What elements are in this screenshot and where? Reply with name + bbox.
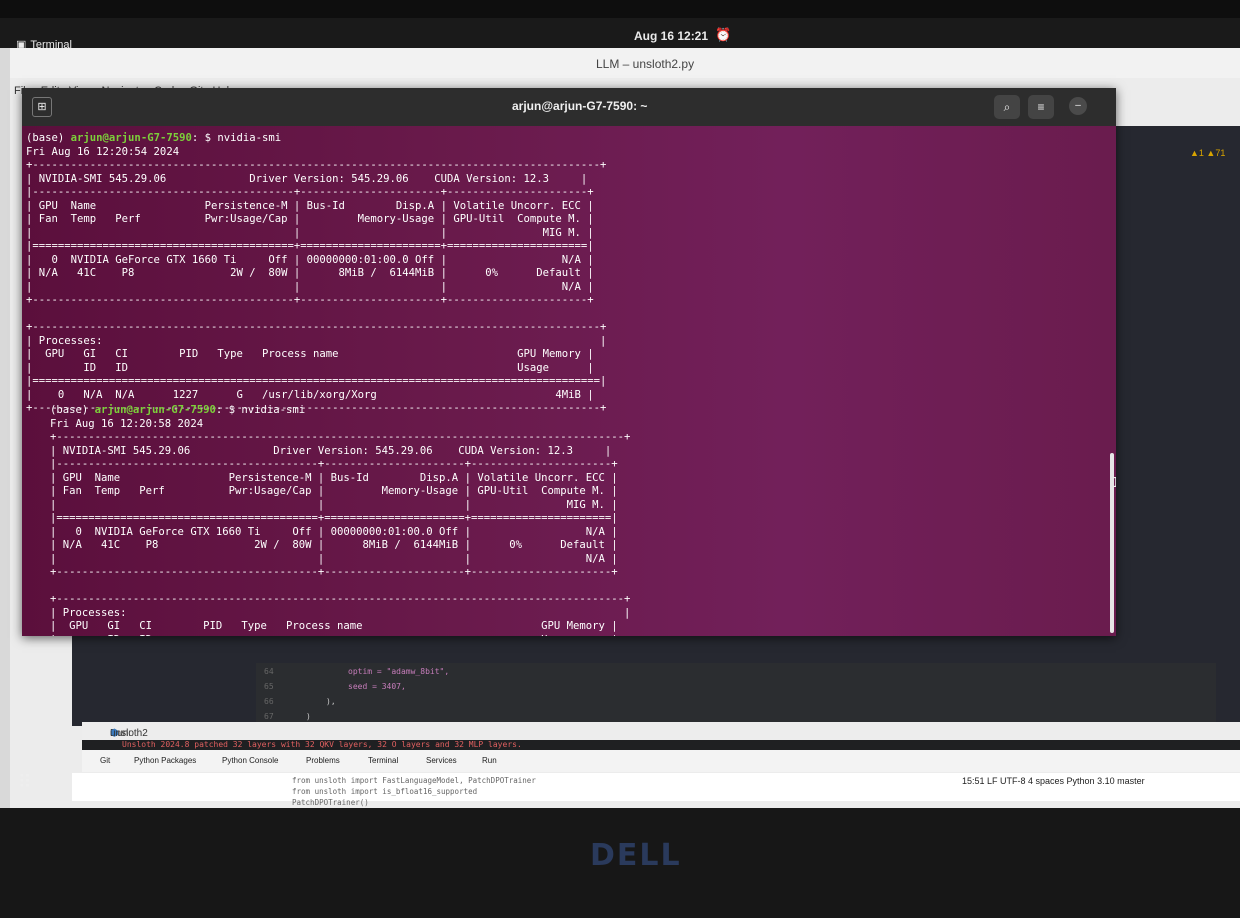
nvidia-smi-output: Fri Aug 16 12:20:54 2024 +--------------…: [26, 145, 607, 415]
prompt-user: arjun@arjun-G7-7590: [94, 404, 216, 416]
run-output-line: Unsloth 2024.8 patched 32 layers with 32…: [122, 740, 522, 749]
code-preview-line: PatchDPOTrainer(): [292, 798, 369, 807]
terminal-output-2: (base) arjun@arjun-G7-7590: $ nvidia-smi…: [50, 404, 630, 636]
line-number: 66: [264, 697, 274, 706]
code-preview-line: from unsloth import is_bfloat16_supporte…: [292, 787, 478, 796]
code-line: optim = "adamw_8bit",: [348, 667, 450, 676]
prompt-command: : $ nvidia-smi: [215, 404, 306, 416]
dell-logo: DELL: [590, 838, 682, 873]
tab-problems[interactable]: Problems: [306, 756, 340, 765]
terminal-window[interactable]: ⊞ arjun@arjun-G7-7590: ~ ⌕ ≡ – □ (base) …: [22, 88, 1116, 636]
prompt-user: arjun@arjun-G7-7590: [70, 132, 192, 144]
terminal-output: (base) arjun@arjun-G7-7590: $ nvidia-smi…: [26, 132, 606, 416]
code-line: seed = 3407,: [348, 682, 406, 691]
ide-window-title: LLM – unsloth2.py: [596, 57, 695, 71]
prompt-prefix: (base): [26, 132, 71, 144]
prompt-prefix: (base): [50, 404, 95, 416]
line-number: 64: [264, 667, 274, 676]
terminal-headerbar: ⊞ arjun@arjun-G7-7590: ~ ⌕ ≡ – □: [22, 88, 1116, 126]
gnome-top-bar: ▣ Terminal Aug 16 12:21 ⏰: [0, 18, 1240, 51]
tab-python-console[interactable]: Python Console: [222, 756, 278, 765]
line-number: 65: [264, 682, 274, 691]
ide-titlebar: LLM – unsloth2.py: [10, 48, 1240, 78]
code-line: ): [306, 712, 311, 721]
text-cursor-icon: I: [1112, 476, 1116, 491]
code-preview-line: from unsloth import FastLanguageModel, P…: [292, 776, 536, 785]
tab-terminal[interactable]: Terminal: [368, 756, 398, 765]
minimize-icon[interactable]: –: [1069, 97, 1087, 115]
tab-python-packages[interactable]: Python Packages: [134, 756, 196, 765]
run-output: Unsloth 2024.8 patched 32 layers with 32…: [82, 740, 1240, 750]
show-apps-icon[interactable]: ⠿: [18, 772, 31, 793]
prompt-command: : $ nvidia-smi: [191, 132, 282, 144]
line-number: 67: [264, 712, 274, 721]
alarm-icon[interactable]: ⏰: [715, 27, 731, 43]
tab-run[interactable]: Run: [482, 756, 497, 765]
clock[interactable]: Aug 16 12:21: [634, 29, 708, 43]
inspection-warnings[interactable]: ▲1 ▲71: [1190, 148, 1240, 168]
laptop-bezel-bottom: DELL: [0, 808, 1240, 918]
screen: ▣ Terminal Aug 16 12:21 ⏰ LLM – unsloth2…: [0, 18, 1240, 808]
terminal-title: arjun@arjun-G7-7590: ~: [512, 99, 648, 113]
hamburger-menu-icon[interactable]: ≡: [1028, 95, 1054, 119]
tab-services[interactable]: Services: [426, 756, 457, 765]
status-bar-info[interactable]: 15:51 LF UTF-8 4 spaces Python 3.10 mast…: [962, 776, 1145, 786]
code-preview: from unsloth import FastLanguageModel, P…: [292, 775, 536, 808]
nvidia-smi-output: Fri Aug 16 12:20:58 2024 +--------------…: [50, 417, 631, 637]
ide-status-area: from unsloth import FastLanguageModel, P…: [72, 773, 1240, 807]
run-config-tab[interactable]: unsloth2: [110, 728, 148, 739]
code-line: ),: [326, 697, 336, 706]
tool-window-tabs: Git Python Packages Python Console Probl…: [82, 750, 1240, 772]
search-icon[interactable]: ⌕: [994, 95, 1020, 119]
new-tab-icon[interactable]: ⊞: [32, 97, 52, 117]
run-toolwindow-header: Run: ⬢ unsloth2: [82, 722, 1240, 740]
tab-git[interactable]: Git: [100, 756, 110, 765]
